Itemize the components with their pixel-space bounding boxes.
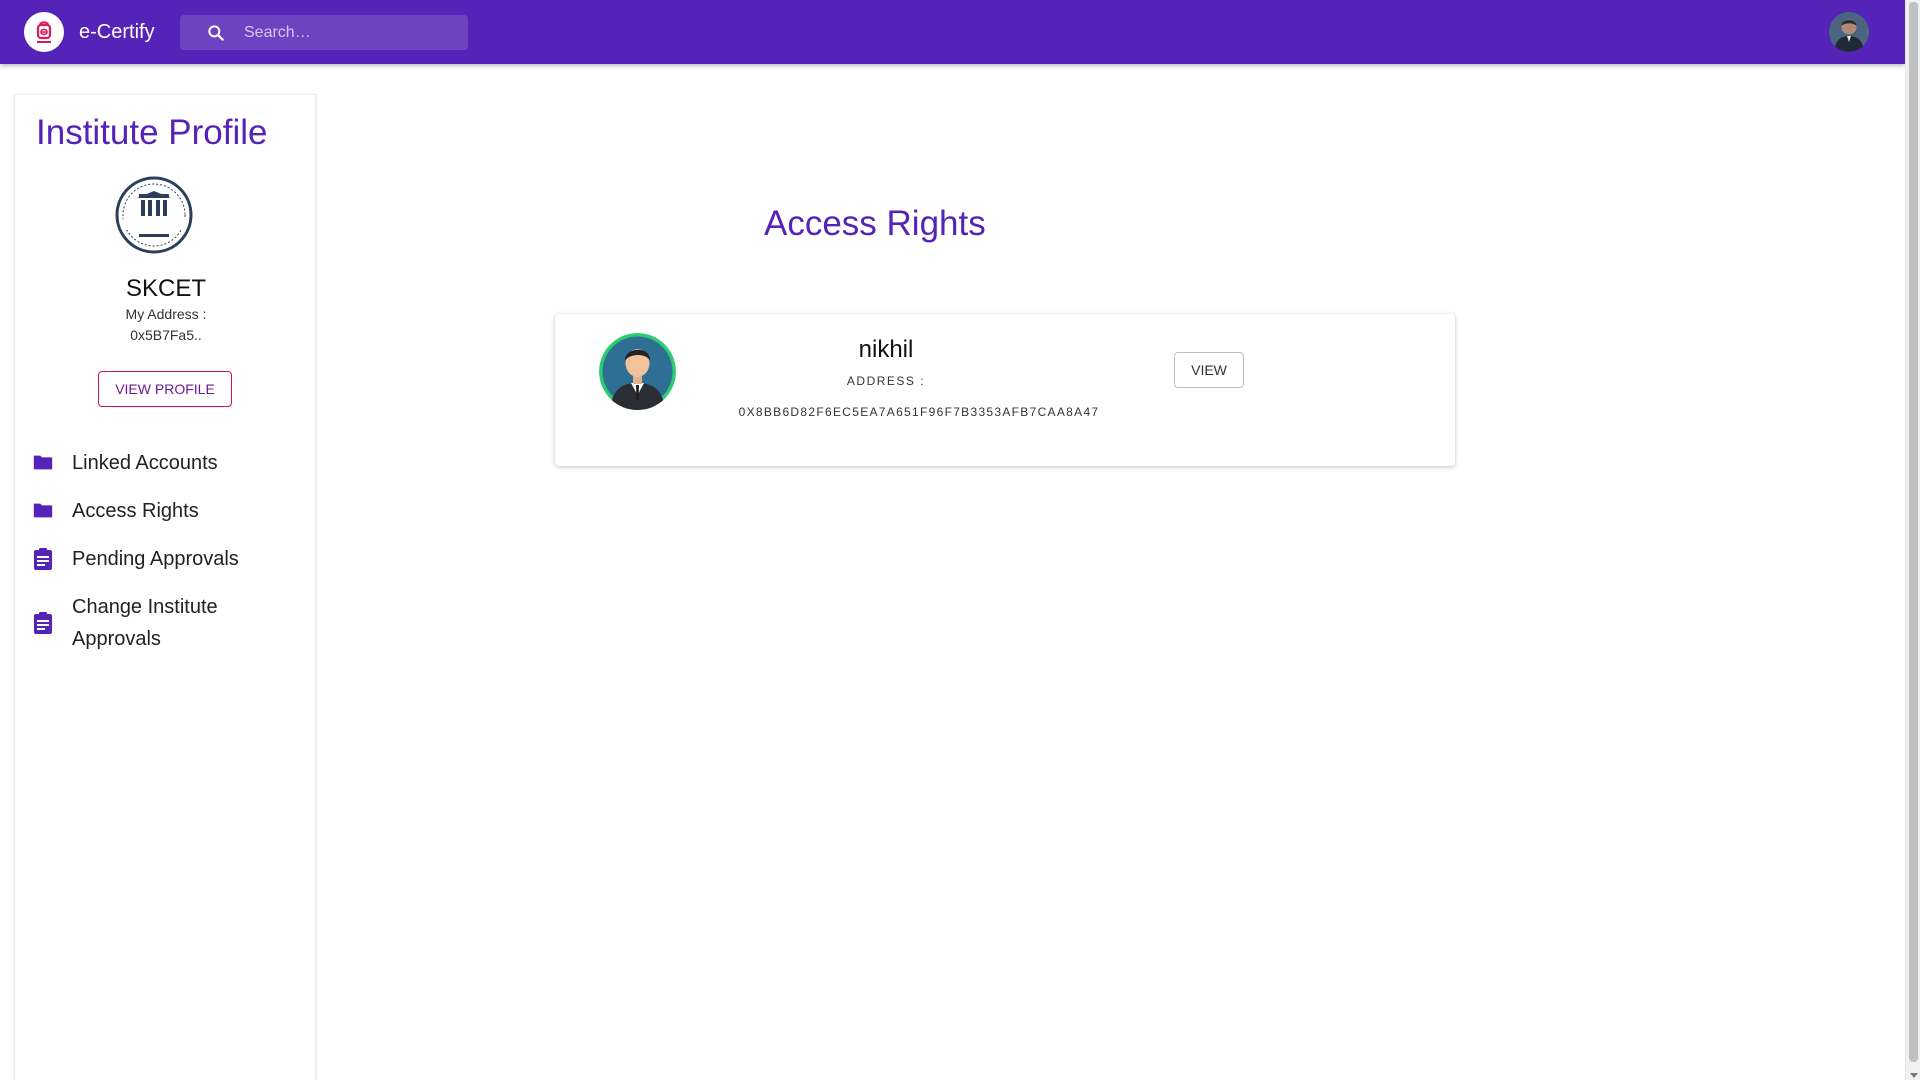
folder-icon [32,500,54,525]
sidebar-item-label: Access Rights [72,500,199,522]
sidebar-item-label: Linked Accounts [72,452,218,474]
view-button[interactable]: VIEW [1174,352,1244,388]
sidebar: Institute Profile SKCET My Address : 0x5… [14,94,316,1080]
user-avatar-icon [599,333,676,410]
scrollbar-thumb[interactable] [1909,2,1918,1062]
my-address-value: 0x5B7Fa5.. [130,327,202,343]
address-label: ADDRESS : [846,374,926,388]
my-address-label: My Address : [125,306,207,322]
sidebar-item-label: Pending Approvals [72,548,239,570]
assignment-icon [32,611,54,640]
sidebar-item-linked-accounts[interactable]: Linked Accounts [15,443,317,487]
assignment-icon [32,547,54,576]
folder-icon [32,452,54,477]
search-input[interactable] [244,15,464,50]
search-icon [206,23,226,48]
account-name: nikhil [858,336,914,363]
page-title: Access Rights [764,204,986,243]
user-avatar[interactable] [1829,12,1869,52]
page-scrollbar[interactable] [1905,0,1920,1080]
search-box[interactable] [180,15,468,50]
brand-title[interactable]: e-Certify [79,20,155,44]
institute-seal-logo [115,176,193,254]
sidebar-item-pending-approvals[interactable]: Pending Approvals [15,539,317,583]
institute-name: SKCET [125,275,206,302]
view-profile-button[interactable]: VIEW PROFILE [98,371,232,407]
access-rights-card: nikhil ADDRESS : 0X8BB6D82F6EC5EA7A651F9… [555,314,1455,466]
sidebar-title: Institute Profile [36,113,268,152]
scroll-down-arrow-icon[interactable] [1910,1073,1918,1078]
sidebar-item-access-rights[interactable]: Access Rights [15,491,317,535]
sidebar-item-change-institute-approvals[interactable]: Change Institute Approvals [15,587,317,661]
sidebar-item-label: Change Institute Approvals [72,596,218,650]
e-certify-logo-icon[interactable] [24,12,64,52]
account-address: 0X8BB6D82F6EC5EA7A651F96F7B3353AFB7CAA8A… [738,405,1100,419]
app-bar: e-Certify [0,0,1905,64]
